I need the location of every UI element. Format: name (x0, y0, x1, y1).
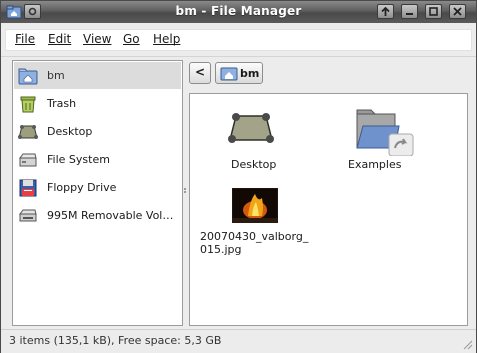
home-folder-icon (220, 67, 238, 81)
removable-drive-icon (19, 209, 37, 222)
desktop-icon (228, 113, 274, 143)
harddisk-icon (19, 153, 37, 167)
home-folder-icon (18, 68, 38, 85)
file-item-desktop[interactable]: Desktop (220, 104, 290, 174)
title-bar[interactable]: bm - File Manager (1, 1, 476, 23)
shade-button[interactable] (377, 4, 394, 19)
sidebar-item-floppy[interactable]: Floppy Drive (14, 174, 181, 201)
pane-splitter[interactable] (184, 188, 187, 196)
maximize-button[interactable] (425, 4, 442, 19)
sidebar-item-label: File System (47, 153, 110, 166)
menu-edit[interactable]: Edit (48, 32, 71, 46)
file-name-line2: 015.jpg (200, 243, 242, 256)
minimize-button[interactable] (401, 4, 418, 19)
sidebar-item-label: Desktop (47, 125, 93, 138)
file-manager-window: bm - File Manager File Edit View Go Help… (0, 0, 477, 353)
close-button[interactable] (449, 4, 466, 19)
file-item-valborg-jpg[interactable]: 20070430_valborg_ 015.jpg (198, 188, 328, 268)
file-name: Examples (348, 158, 402, 171)
file-name-line1: 20070430_valborg_ (200, 230, 309, 243)
trash-icon (20, 96, 36, 113)
menu-bar: File Edit View Go Help (1, 23, 476, 57)
path-button-bm[interactable]: bm (215, 62, 263, 84)
sidebar-item-removable-volume[interactable]: 995M Removable Vol… (14, 202, 181, 229)
sidebar-item-trash[interactable]: Trash (14, 90, 181, 117)
menu-view[interactable]: View (83, 32, 111, 46)
file-item-examples[interactable]: Examples (348, 104, 428, 174)
menu-bar-background (5, 29, 472, 51)
sidebar-item-label: Floppy Drive (47, 181, 117, 194)
back-button[interactable]: < (189, 62, 211, 84)
file-name: Desktop (231, 158, 277, 171)
sidebar-item-file-system[interactable]: File System (14, 146, 181, 173)
sidebar-item-label: Trash (47, 97, 77, 110)
path-button-label: bm (240, 67, 260, 80)
sidebar-item-label: 995M Removable Vol… (47, 209, 174, 222)
file-view[interactable]: Desktop Examples 20070430_valborg_ 015.j… (189, 93, 468, 326)
menu-help[interactable]: Help (153, 32, 180, 46)
places-sidebar: bm Trash Desktop File System Floppy Driv… (12, 60, 183, 326)
minimize-icon (406, 13, 413, 15)
status-text: 3 items (135,1 kB), Free space: 5,3 GB (9, 334, 222, 347)
sidebar-item-bm[interactable]: bm (14, 62, 181, 89)
resize-grip-icon[interactable] (462, 339, 473, 350)
sidebar-item-label: bm (47, 69, 65, 82)
status-bar: 3 items (135,1 kB), Free space: 5,3 GB (1, 329, 476, 353)
maximize-icon (429, 7, 438, 16)
desktop-icon (18, 125, 38, 139)
floppy-icon (19, 179, 37, 197)
menu-file[interactable]: File (15, 32, 35, 46)
close-icon (453, 7, 462, 16)
sidebar-item-desktop[interactable]: Desktop (14, 118, 181, 145)
menu-go[interactable]: Go (123, 32, 140, 46)
arrow-up-icon (381, 6, 390, 16)
folder-link-icon (356, 109, 414, 156)
image-thumbnail (232, 188, 278, 223)
